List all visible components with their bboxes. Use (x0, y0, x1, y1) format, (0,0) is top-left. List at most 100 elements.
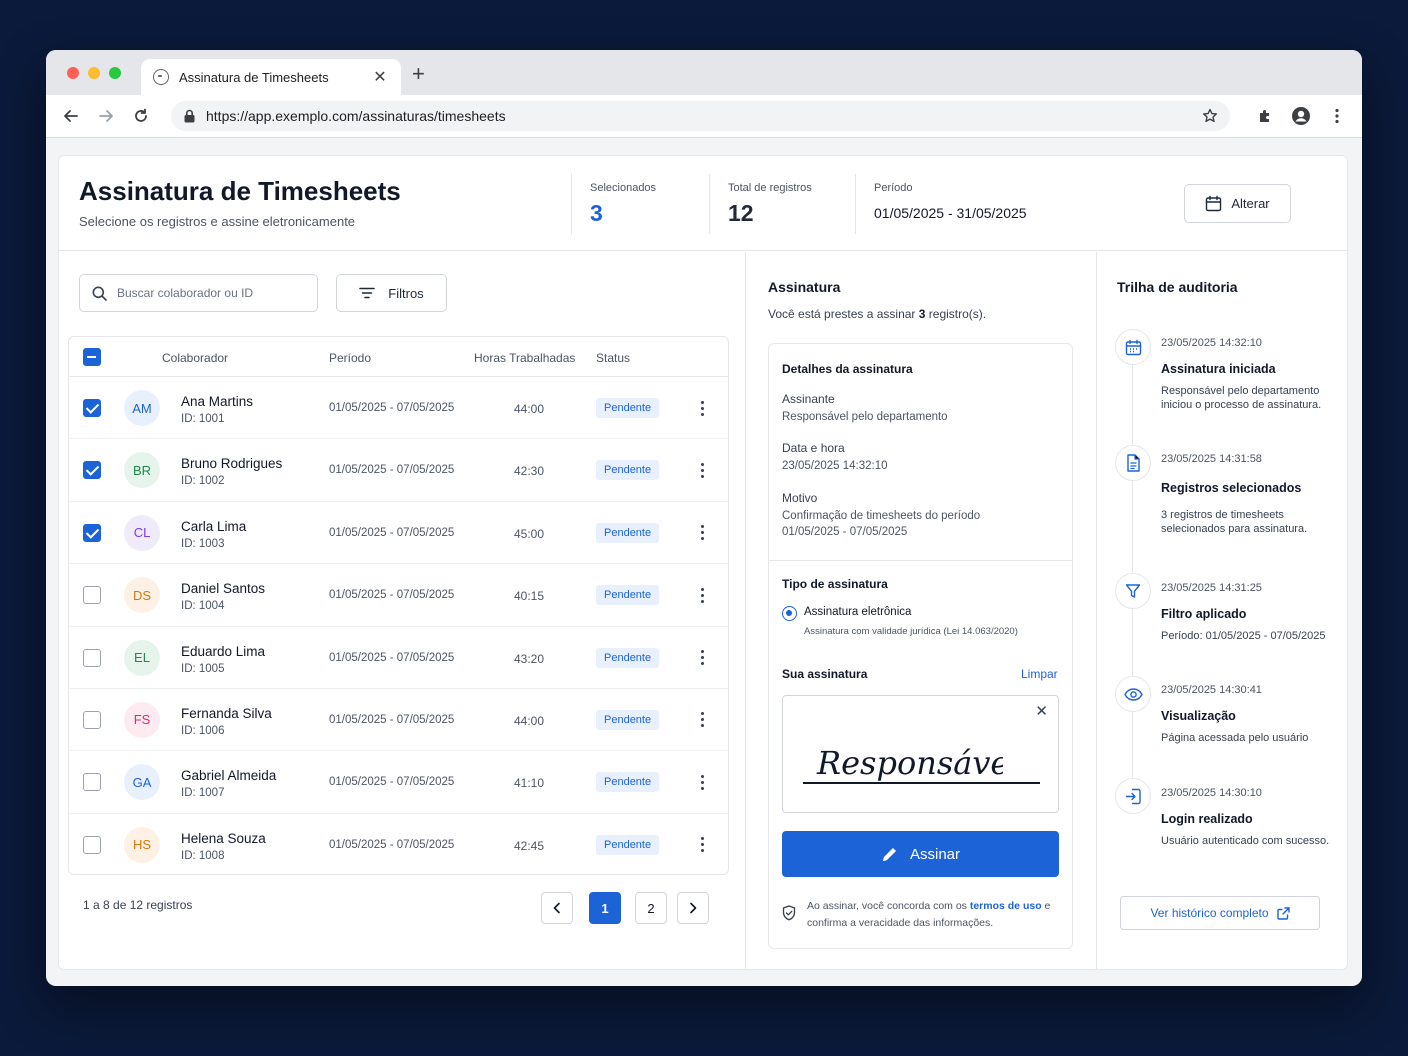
profile-avatar-icon[interactable] (1290, 105, 1312, 127)
filter-icon (1115, 573, 1151, 609)
filters-label: Filtros (388, 285, 424, 301)
row-more-options-icon[interactable] (697, 771, 707, 793)
audit-event-description: 3 registros de timesheets selecionados p… (1161, 509, 1308, 535)
row-checkbox[interactable] (83, 648, 101, 667)
employee-id: ID: 1006 (181, 724, 225, 737)
table-row[interactable]: DS Daniel Santos ID: 1004 01/05/2025 - 07/0… (69, 564, 728, 627)
table-row[interactable]: CL Carla Lima ID: 1003 01/05/2025 - 07/05/2… (69, 502, 728, 565)
star-icon[interactable] (1202, 108, 1218, 124)
filters-button[interactable]: Filtros (336, 274, 447, 312)
row-more-options-icon[interactable] (697, 584, 707, 606)
row-more-options-icon[interactable] (697, 709, 707, 731)
row-more-options-icon[interactable] (697, 834, 707, 856)
calendar-icon (1115, 329, 1151, 365)
page-2-button[interactable]: 2 (635, 892, 667, 924)
status-badge: Pendente (596, 585, 660, 606)
search-field[interactable] (79, 274, 318, 312)
signature-pad[interactable]: ✕ Responsável (782, 695, 1059, 813)
address-bar[interactable]: https://app.exemplo.com/assinaturas/time… (171, 101, 1230, 131)
close-icon[interactable]: ✕ (1035, 702, 1048, 720)
tab-close-icon[interactable]: ✕ (371, 67, 389, 87)
new-tab-button[interactable]: + (412, 63, 425, 85)
row-checkbox[interactable] (83, 399, 101, 417)
stat-selected-value: 3 (590, 200, 603, 226)
row-checkbox[interactable] (83, 710, 101, 729)
page-header: Assinatura de Timesheets Selecione os re… (59, 156, 1347, 251)
signature-subtitle-text: Você está prestes a assinar (768, 307, 919, 321)
row-hours: 41:10 (514, 776, 545, 791)
change-period-button[interactable]: Alterar (1184, 184, 1291, 223)
back-arrow-icon[interactable] (60, 105, 82, 127)
datetime-label: Data e hora (782, 441, 845, 455)
audit-event-title: Filtro aplicado (1161, 607, 1247, 621)
terms-of-use-link[interactable]: termos de uso (970, 900, 1042, 912)
divider (1096, 252, 1097, 970)
audit-event-timestamp: 23/05/2025 14:31:25 (1161, 582, 1262, 594)
audit-event-title: Registros selecionados (1161, 481, 1302, 495)
status-badge: Pendente (596, 709, 660, 730)
audit-event-description: Período: 01/05/2025 - 07/05/2025 (1161, 630, 1326, 642)
prev-page-button[interactable] (541, 892, 573, 924)
audit-event-description: Página acessada pelo usuário (1161, 732, 1309, 744)
extensions-puzzle-icon[interactable] (1254, 105, 1276, 127)
employee-name: Eduardo Lima (181, 643, 266, 659)
row-more-options-icon[interactable] (697, 397, 707, 419)
row-more-options-icon[interactable] (697, 459, 707, 481)
row-more-options-icon[interactable] (697, 522, 707, 544)
table-row[interactable]: GA Gabriel Almeida ID: 1007 01/05/2025 - 07… (69, 751, 728, 814)
timesheet-table: Colaborador Período Horas Trabalhadas St… (68, 336, 729, 875)
view-full-history-button[interactable]: Ver histórico completo (1120, 896, 1320, 930)
table-row[interactable]: FS Fernanda Silva ID: 1006 01/05/2025 - 07/… (69, 689, 728, 752)
signature-baseline (803, 782, 1040, 784)
page-subtitle: Selecione os registros e assine eletroni… (79, 214, 356, 229)
row-period: 01/05/2025 - 07/05/2025 (329, 651, 455, 664)
view-full-history-label: Ver histórico completo (1150, 906, 1269, 920)
close-window-button[interactable] (67, 67, 79, 79)
table-row[interactable]: AM Ana Martins ID: 1001 01/05/2025 - 07/05/… (69, 377, 728, 440)
your-signature-label: Sua assinatura (782, 667, 868, 681)
table-header: Colaborador Período Horas Trabalhadas St… (69, 337, 728, 377)
page-1-button[interactable]: 1 (589, 892, 621, 924)
reload-icon[interactable] (130, 105, 152, 127)
table-body: AM Ana Martins ID: 1001 01/05/2025 - 07/05/… (69, 377, 728, 874)
forward-arrow-icon[interactable] (95, 105, 117, 127)
minimize-window-button[interactable] (88, 67, 100, 79)
audit-trail-title: Trilha de auditoria (1117, 279, 1238, 295)
divider (769, 560, 1072, 561)
avatar: EL (124, 639, 160, 676)
employee-id: ID: 1007 (181, 787, 225, 800)
search-input[interactable] (117, 286, 297, 300)
sign-button[interactable]: Assinar (782, 831, 1059, 877)
employee-name: Ana Martins (181, 394, 254, 409)
page-container: Assinatura de Timesheets Selecione os re… (58, 155, 1348, 970)
stat-period-value: 01/05/2025 - 31/05/2025 (874, 205, 1027, 221)
employee-id: ID: 1002 (181, 475, 225, 488)
row-checkbox[interactable] (83, 586, 101, 605)
status-badge: Pendente (596, 834, 660, 855)
clear-signature-link[interactable]: Limpar (1021, 667, 1058, 681)
electronic-signature-radio[interactable] (782, 606, 797, 621)
external-link-icon (1276, 906, 1290, 920)
next-page-button[interactable] (677, 892, 709, 924)
table-row[interactable]: EL Eduardo Lima ID: 1005 01/05/2025 - 07/05… (69, 627, 728, 689)
maximize-window-button[interactable] (109, 67, 121, 79)
row-checkbox[interactable] (83, 461, 101, 480)
change-period-label: Alterar (1231, 196, 1270, 211)
table-row[interactable]: HS Helena Souza ID: 1008 01/05/2025 - 07/05… (69, 814, 728, 874)
avatar: BR (124, 452, 160, 489)
avatar: DS (124, 577, 160, 614)
status-badge: Pendente (596, 647, 660, 668)
row-checkbox[interactable] (83, 523, 101, 542)
status-badge: Pendente (596, 772, 660, 793)
table-row[interactable]: BR Bruno Rodrigues ID: 1002 01/05/2025 - 07… (69, 439, 728, 502)
row-hours: 42:30 (514, 464, 545, 479)
browser-menu-icon[interactable] (1326, 105, 1348, 127)
browser-tab[interactable]: Assinatura de Timesheets ✕ (141, 59, 401, 95)
row-checkbox[interactable] (83, 773, 101, 792)
row-more-options-icon[interactable] (697, 647, 707, 669)
row-hours: 43:20 (514, 651, 545, 666)
select-all-checkbox[interactable] (83, 348, 101, 366)
row-checkbox[interactable] (83, 835, 101, 854)
chevron-right-icon (690, 902, 697, 914)
eye-icon (1115, 676, 1151, 712)
